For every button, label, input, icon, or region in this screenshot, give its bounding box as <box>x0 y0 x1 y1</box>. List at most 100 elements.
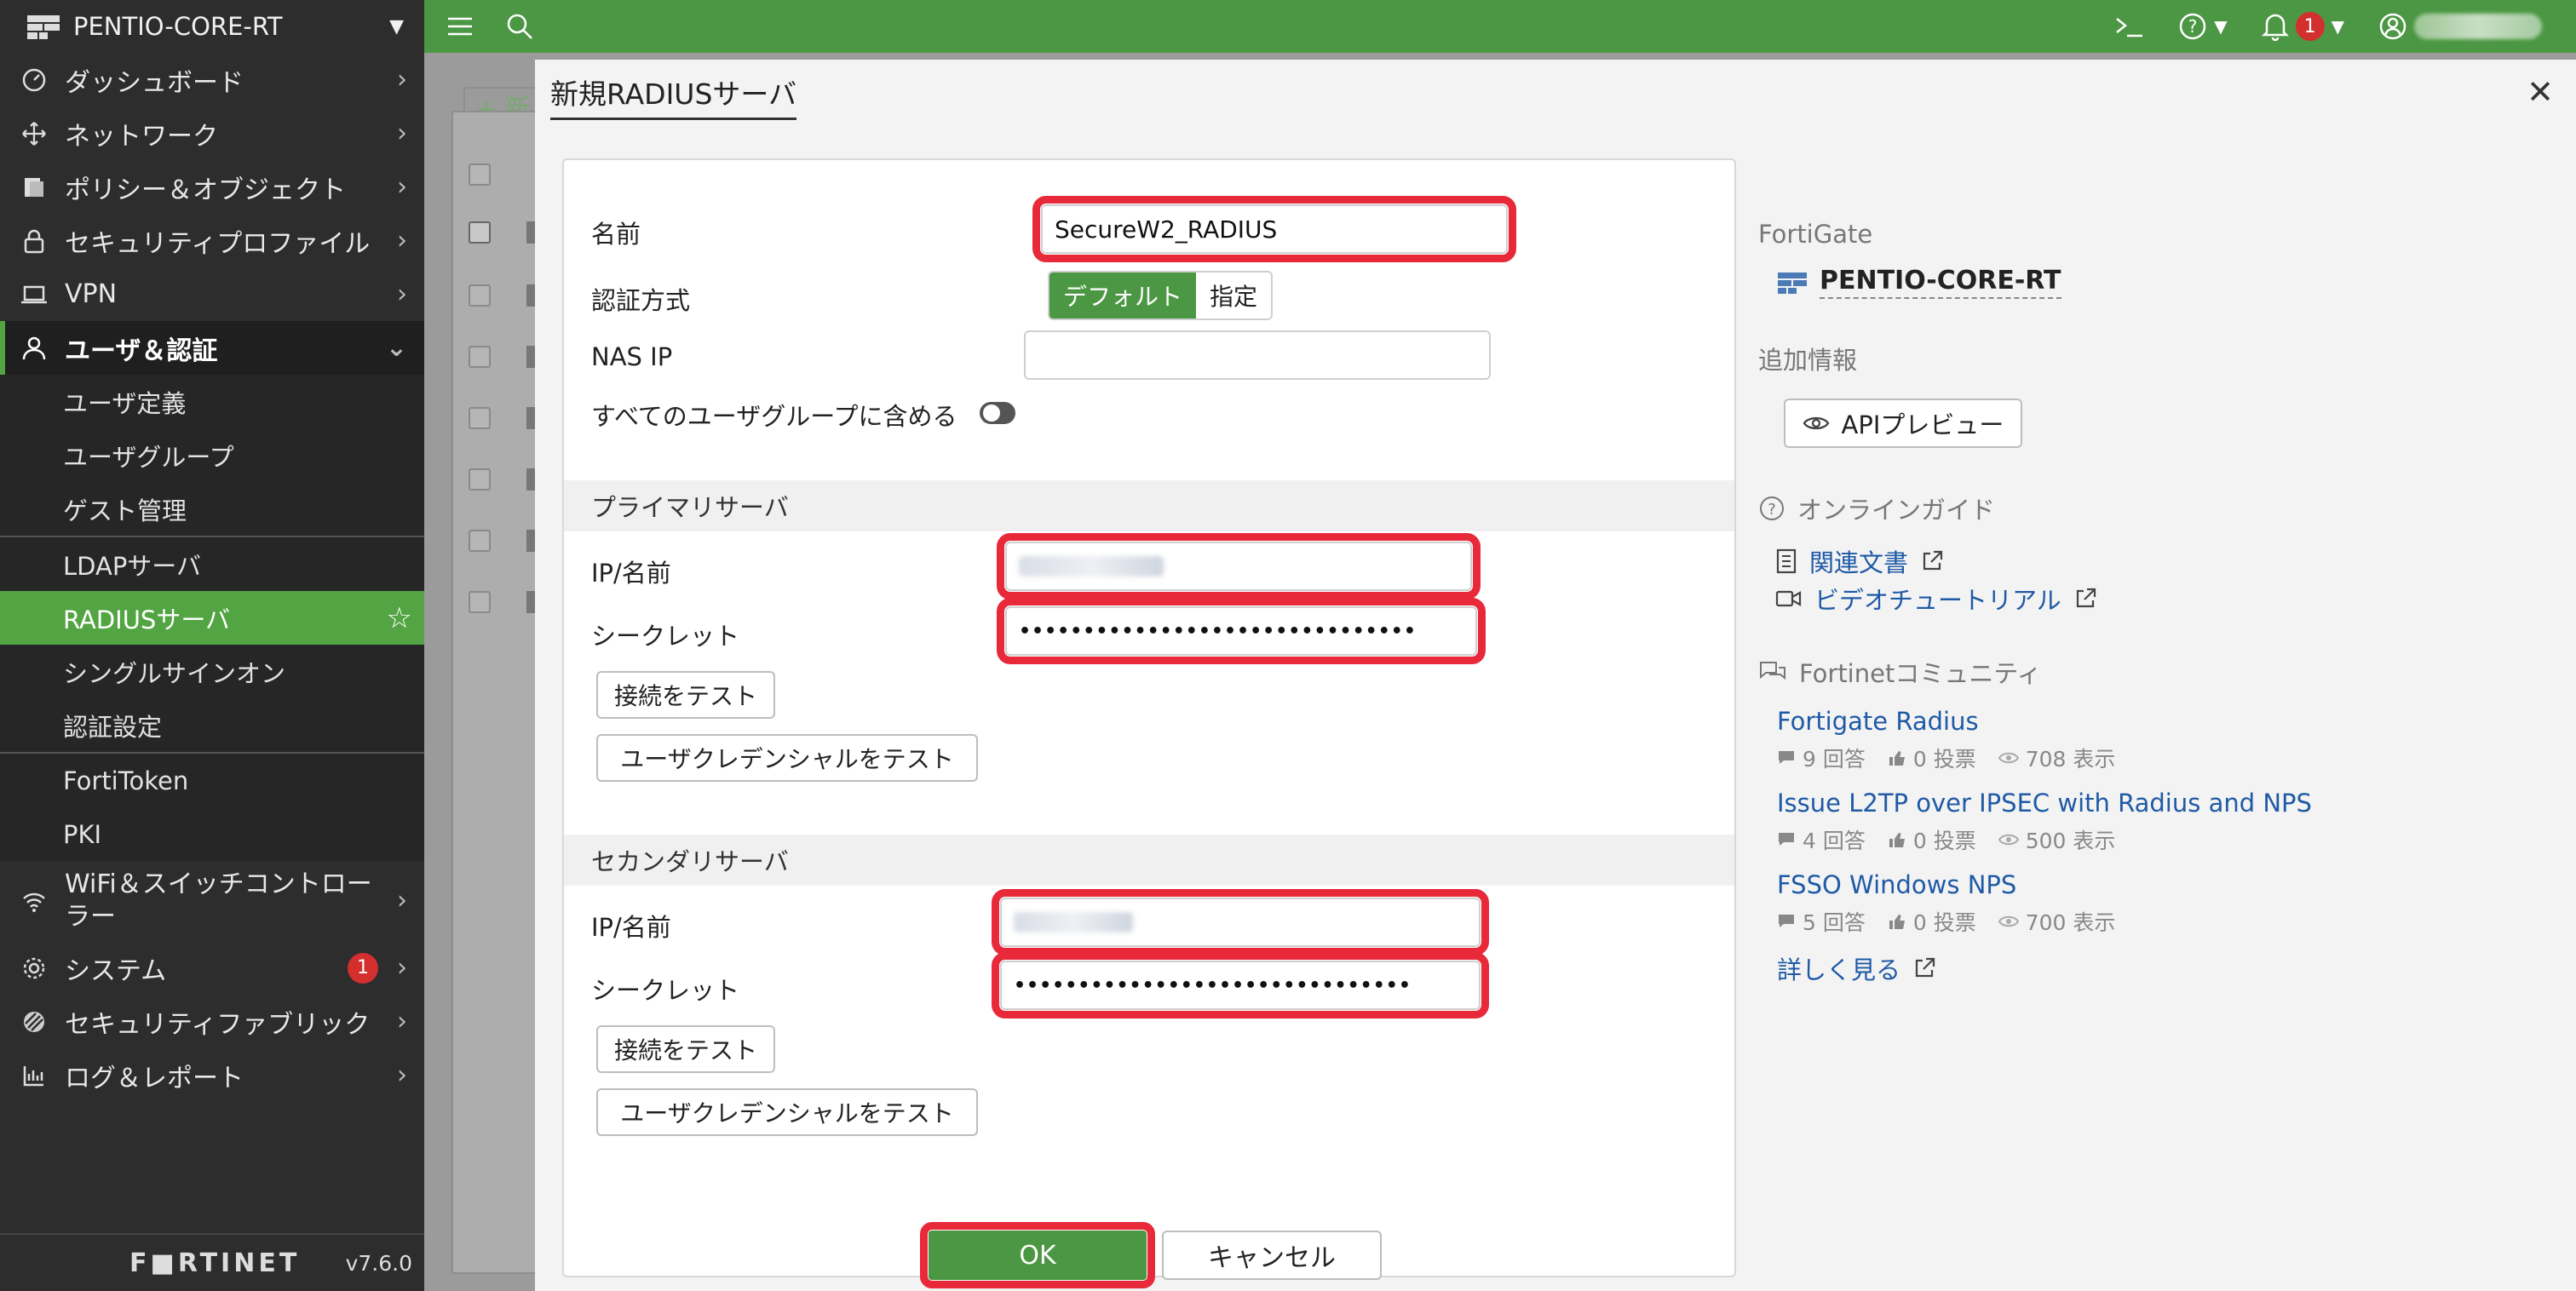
auth-default-option[interactable]: デフォルト <box>1049 273 1197 318</box>
menu-icon[interactable] <box>446 15 474 37</box>
nav-fortitoken[interactable]: FortiToken <box>0 754 424 807</box>
nav-auth-settings[interactable]: 認証設定 <box>0 698 424 752</box>
thumbs-up-icon <box>1889 833 1905 847</box>
nav-pki[interactable]: PKI <box>0 807 424 861</box>
secondary-ip-input[interactable] <box>992 889 1489 955</box>
nav-radius-servers[interactable]: RADIUSサーバ ☆ <box>0 591 424 645</box>
chevron-right-icon: › <box>397 172 407 202</box>
notification-badge: 1 <box>348 952 378 984</box>
nav-network[interactable]: ネットワーク › <box>0 106 424 160</box>
nav-label: シングルサインオン <box>63 658 286 688</box>
ok-button[interactable]: OK <box>920 1222 1155 1288</box>
fortigate-label: FortiGate <box>1758 220 1873 249</box>
community-post-title[interactable]: FSSO Windows NPS <box>1777 870 2016 899</box>
help-menu[interactable]: ? ▼ <box>2178 12 2228 41</box>
secondary-secret-input[interactable]: ••••••••••••••••••••••••••••••• <box>992 952 1489 1018</box>
nav-label: システム <box>65 955 167 986</box>
video-tutorial-link[interactable]: ビデオチュートリアル <box>1775 581 2097 617</box>
votes-stat: 0 投票 <box>1888 824 1976 855</box>
nav-dashboard[interactable]: ダッシュボード › <box>0 53 424 106</box>
document-icon <box>1776 548 1797 574</box>
chevron-right-icon: › <box>397 953 407 983</box>
primary-ip-input[interactable] <box>997 533 1481 600</box>
chevron-right-icon: › <box>397 118 407 148</box>
notifications-menu[interactable]: 1 ▼ <box>2261 12 2344 41</box>
nav-label: ネットワーク <box>65 121 218 152</box>
external-link-icon <box>1923 550 1943 571</box>
include-all-groups-label: すべてのユーザグループに含める <box>591 402 957 431</box>
online-guide-header: ? オンラインガイド <box>1758 491 1995 526</box>
nav-security-profiles[interactable]: セキュリティプロファイル › <box>0 214 424 267</box>
svg-text:?: ? <box>1768 501 1776 519</box>
secondary-test-connection-button[interactable]: 接続をテスト <box>596 1025 775 1073</box>
user-circle-icon <box>2379 13 2406 40</box>
api-preview-label: APIプレビュー <box>1841 410 2004 439</box>
top-bar: ? ▼ 1 ▼ <box>424 0 2576 53</box>
community-post-title[interactable]: Issue L2TP over IPSEC with Radius and NP… <box>1777 789 2312 818</box>
nav-wifi-switch[interactable]: WiFi＆スイッチコントロー ラー › <box>0 861 424 941</box>
auth-specify-option[interactable]: 指定 <box>1196 273 1272 318</box>
auth-method-label: 認証方式 <box>591 286 691 315</box>
answers-count: 4 回答 <box>1803 829 1866 853</box>
api-preview-button[interactable]: APIプレビュー <box>1784 399 2022 448</box>
views-stat: 500 表示 <box>1998 824 2115 855</box>
nav-ldap-servers[interactable]: LDAPサーバ <box>0 537 424 591</box>
community-post-title[interactable]: Fortigate Radius <box>1777 707 1979 736</box>
nav-vpn[interactable]: VPN › <box>0 267 424 321</box>
device-name: PENTIO-CORE-RT <box>73 12 283 41</box>
auth-method-toggle: デフォルト 指定 <box>1048 271 1274 320</box>
user-menu[interactable] <box>2378 12 2542 41</box>
community-header: Fortinetコミュニティ <box>1758 654 2042 690</box>
checkbox <box>469 407 491 429</box>
views-stat: 700 表示 <box>1998 906 2116 937</box>
nav-policy-objects[interactable]: ポリシー＆オブジェクト › <box>0 160 424 214</box>
primary-server-heading: プライマリサーバ <box>564 480 1734 531</box>
nav-single-sign-on[interactable]: シングルサインオン <box>0 645 424 698</box>
include-all-groups-toggle[interactable] <box>980 402 1015 424</box>
eye-icon <box>1803 416 1829 430</box>
nav-guest-management[interactable]: ゲスト管理 <box>0 482 424 536</box>
fortigate-device-icon <box>27 15 60 39</box>
name-input[interactable]: SecureW2_RADIUS <box>1032 196 1516 262</box>
chat-bubbles-icon <box>1760 662 1785 680</box>
secondary-test-credentials-button[interactable]: ユーザクレデンシャルをテスト <box>596 1088 978 1136</box>
star-icon[interactable]: ☆ <box>387 601 412 635</box>
new-radius-server-dialog: 新規RADIUSサーバ ✕ 名前 SecureW2_RADIUS 認証方式 デフ… <box>535 60 2576 1291</box>
cancel-button[interactable]: キャンセル <box>1162 1231 1382 1280</box>
device-selector[interactable]: PENTIO-CORE-RT ▼ <box>0 0 424 53</box>
nav-log-report[interactable]: ログ＆レポート › <box>0 1048 424 1102</box>
chevron-right-icon: › <box>397 1060 407 1090</box>
nav-system[interactable]: システム 1 › <box>0 941 424 995</box>
eye-icon <box>1998 834 2019 846</box>
close-icon[interactable]: ✕ <box>2518 70 2562 114</box>
nav-user-auth[interactable]: ユーザ＆認証 ⌄ <box>0 321 424 375</box>
name-label: 名前 <box>591 220 641 249</box>
online-guide-label: オンラインガイド <box>1797 496 1996 525</box>
nas-ip-input[interactable] <box>1024 330 1491 380</box>
caret-down-icon: ▼ <box>2331 16 2344 37</box>
cli-console-icon[interactable] <box>2113 14 2144 39</box>
answers-stat: 4 回答 <box>1777 824 1866 855</box>
community-post-stats: 5 回答 0 投票 700 表示 <box>1777 906 2115 937</box>
nav-label: 認証設定 <box>63 712 163 742</box>
eye-icon <box>1998 915 2019 927</box>
row-marker <box>526 407 535 429</box>
device-link[interactable]: PENTIO-CORE-RT <box>1777 266 2061 299</box>
search-icon[interactable] <box>506 13 533 40</box>
related-docs-link[interactable]: 関連文書 <box>1775 543 1944 579</box>
nav-user-groups[interactable]: ユーザグループ <box>0 428 424 482</box>
see-more-link[interactable]: 詳しく見る <box>1777 950 1936 986</box>
views-count: 700 表示 <box>2025 910 2116 935</box>
primary-test-connection-button[interactable]: 接続をテスト <box>596 671 775 719</box>
see-more-label: 詳しく見る <box>1777 955 1901 984</box>
checkbox <box>469 530 491 552</box>
primary-secret-input[interactable]: ••••••••••••••••••••••••••••••• <box>997 598 1486 664</box>
dashboard-icon <box>19 65 49 95</box>
nav-user-definition[interactable]: ユーザ定義 <box>0 375 424 428</box>
secondary-secret-label: シークレット <box>591 976 740 1005</box>
video-tutorial-label: ビデオチュートリアル <box>1814 586 2061 615</box>
primary-test-credentials-button[interactable]: ユーザクレデンシャルをテスト <box>596 734 978 782</box>
views-stat: 708 表示 <box>1998 743 2115 773</box>
nav-label: PKI <box>63 819 102 849</box>
nav-security-fabric[interactable]: セキュリティファブリック › <box>0 995 424 1048</box>
